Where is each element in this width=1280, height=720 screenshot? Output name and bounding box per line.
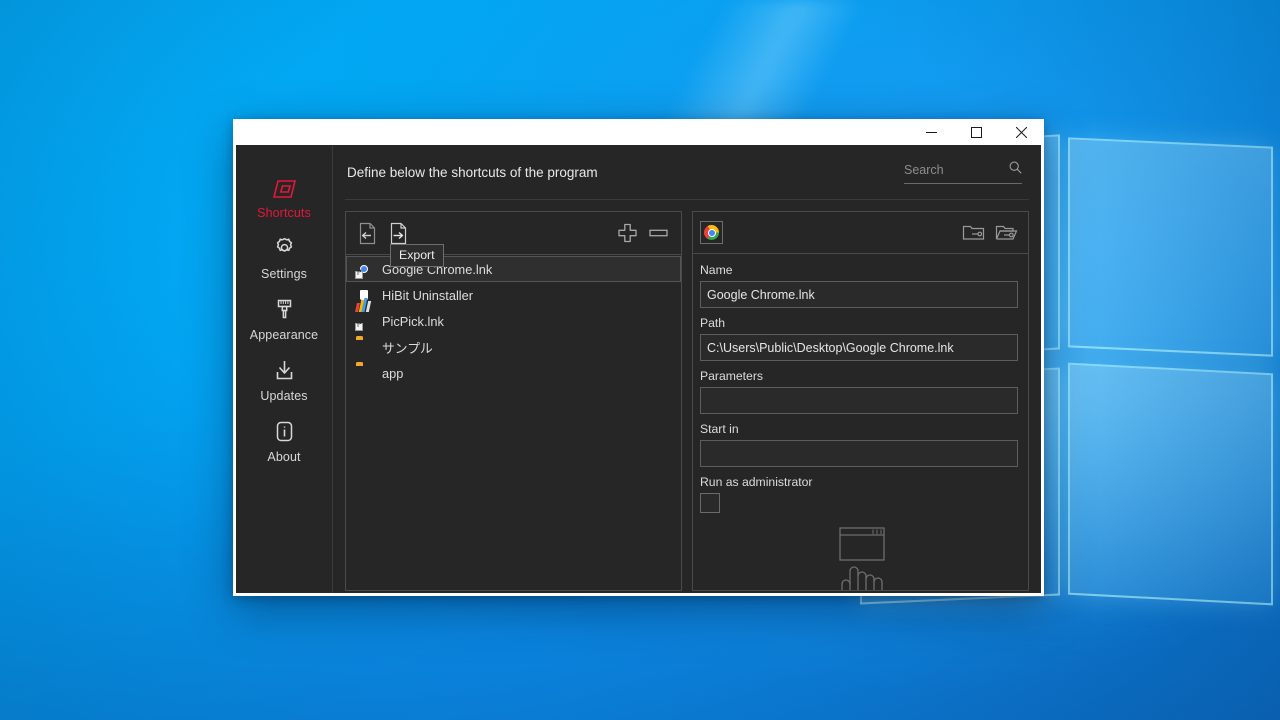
chrome-shortcut-icon [355, 261, 373, 279]
sidebar-item-appearance[interactable]: Appearance [236, 288, 333, 349]
search-box[interactable] [904, 161, 1022, 184]
list-item-label: app [382, 365, 404, 381]
name-field[interactable] [700, 281, 1018, 308]
sidebar-item-label: About [267, 450, 301, 464]
gear-icon [272, 236, 297, 261]
add-shortcut-button[interactable] [617, 223, 638, 244]
picpick-icon [355, 297, 373, 331]
list-item[interactable]: PicPick.lnk [346, 297, 681, 334]
main-content: Define below the shortcuts of the progra… [333, 145, 1041, 593]
sidebar-item-label: Shortcuts [257, 206, 311, 220]
maximize-button[interactable] [954, 119, 999, 145]
shortcuts-list-panel: Google Chrome.lnk HiBit Uninstaller [345, 211, 682, 591]
import-button[interactable] [357, 222, 378, 245]
page-title: Define below the shortcuts of the progra… [347, 164, 598, 180]
path-field[interactable] [700, 334, 1018, 361]
sidebar-item-about[interactable]: About [236, 410, 333, 471]
browse-folder-button[interactable] [995, 223, 1018, 242]
list-item-label: HiBit Uninstaller [382, 287, 474, 303]
export-button[interactable] [388, 222, 409, 245]
shortcut-detail-panel: Name Path Parameters Start in Run as adm… [692, 211, 1029, 591]
window-titlebar[interactable] [233, 119, 1044, 145]
shortcuts-icon [272, 178, 297, 200]
list-item[interactable]: HiBit Uninstaller [346, 282, 681, 308]
search-input[interactable] [904, 162, 996, 177]
application-body: Shortcuts Settings Appearance Updates Ab… [236, 145, 1041, 593]
sidebar: Shortcuts Settings Appearance Updates Ab… [236, 145, 333, 593]
parameters-field[interactable] [700, 387, 1018, 414]
folder-icon [356, 339, 373, 356]
detail-header [693, 212, 1028, 254]
folder-icon [356, 365, 373, 382]
brush-icon [272, 297, 297, 322]
name-label: Name [700, 263, 733, 277]
info-icon [272, 419, 297, 444]
chrome-icon [700, 221, 723, 244]
path-label: Path [700, 316, 726, 330]
detail-form: Name Path Parameters Start in Run as adm… [693, 254, 1028, 590]
panes-container: Google Chrome.lnk HiBit Uninstaller [345, 200, 1029, 591]
application-window: Shortcuts Settings Appearance Updates Ab… [233, 119, 1044, 596]
run-as-admin-label: Run as administrator [700, 475, 813, 489]
window-click-hand-icon [826, 526, 896, 590]
export-tooltip: Export [390, 244, 444, 267]
sidebar-item-updates[interactable]: Updates [236, 349, 333, 410]
search-icon[interactable] [1009, 161, 1022, 179]
close-button[interactable] [999, 119, 1044, 145]
list-item-label: PicPick.lnk [382, 313, 444, 329]
shortcuts-list[interactable]: Google Chrome.lnk HiBit Uninstaller [346, 255, 681, 590]
sidebar-item-label: Appearance [249, 328, 319, 342]
start-in-label: Start in [700, 422, 739, 436]
browse-file-button[interactable] [962, 223, 985, 242]
download-icon [272, 358, 297, 383]
sidebar-item-settings[interactable]: Settings [236, 227, 333, 288]
parameters-label: Parameters [700, 369, 763, 383]
list-item-label: サンプル [382, 340, 433, 356]
sidebar-item-shortcuts[interactable]: Shortcuts [236, 169, 333, 227]
list-item[interactable]: app [346, 360, 681, 386]
remove-shortcut-button[interactable] [648, 223, 669, 244]
sidebar-item-label: Settings [261, 267, 307, 281]
run-as-admin-checkbox[interactable] [700, 493, 720, 513]
minimize-button[interactable] [909, 119, 954, 145]
sidebar-item-label: Updates [260, 389, 308, 403]
start-in-field[interactable] [700, 440, 1018, 467]
list-item[interactable]: サンプル [346, 334, 681, 360]
main-header: Define below the shortcuts of the progra… [345, 145, 1029, 200]
